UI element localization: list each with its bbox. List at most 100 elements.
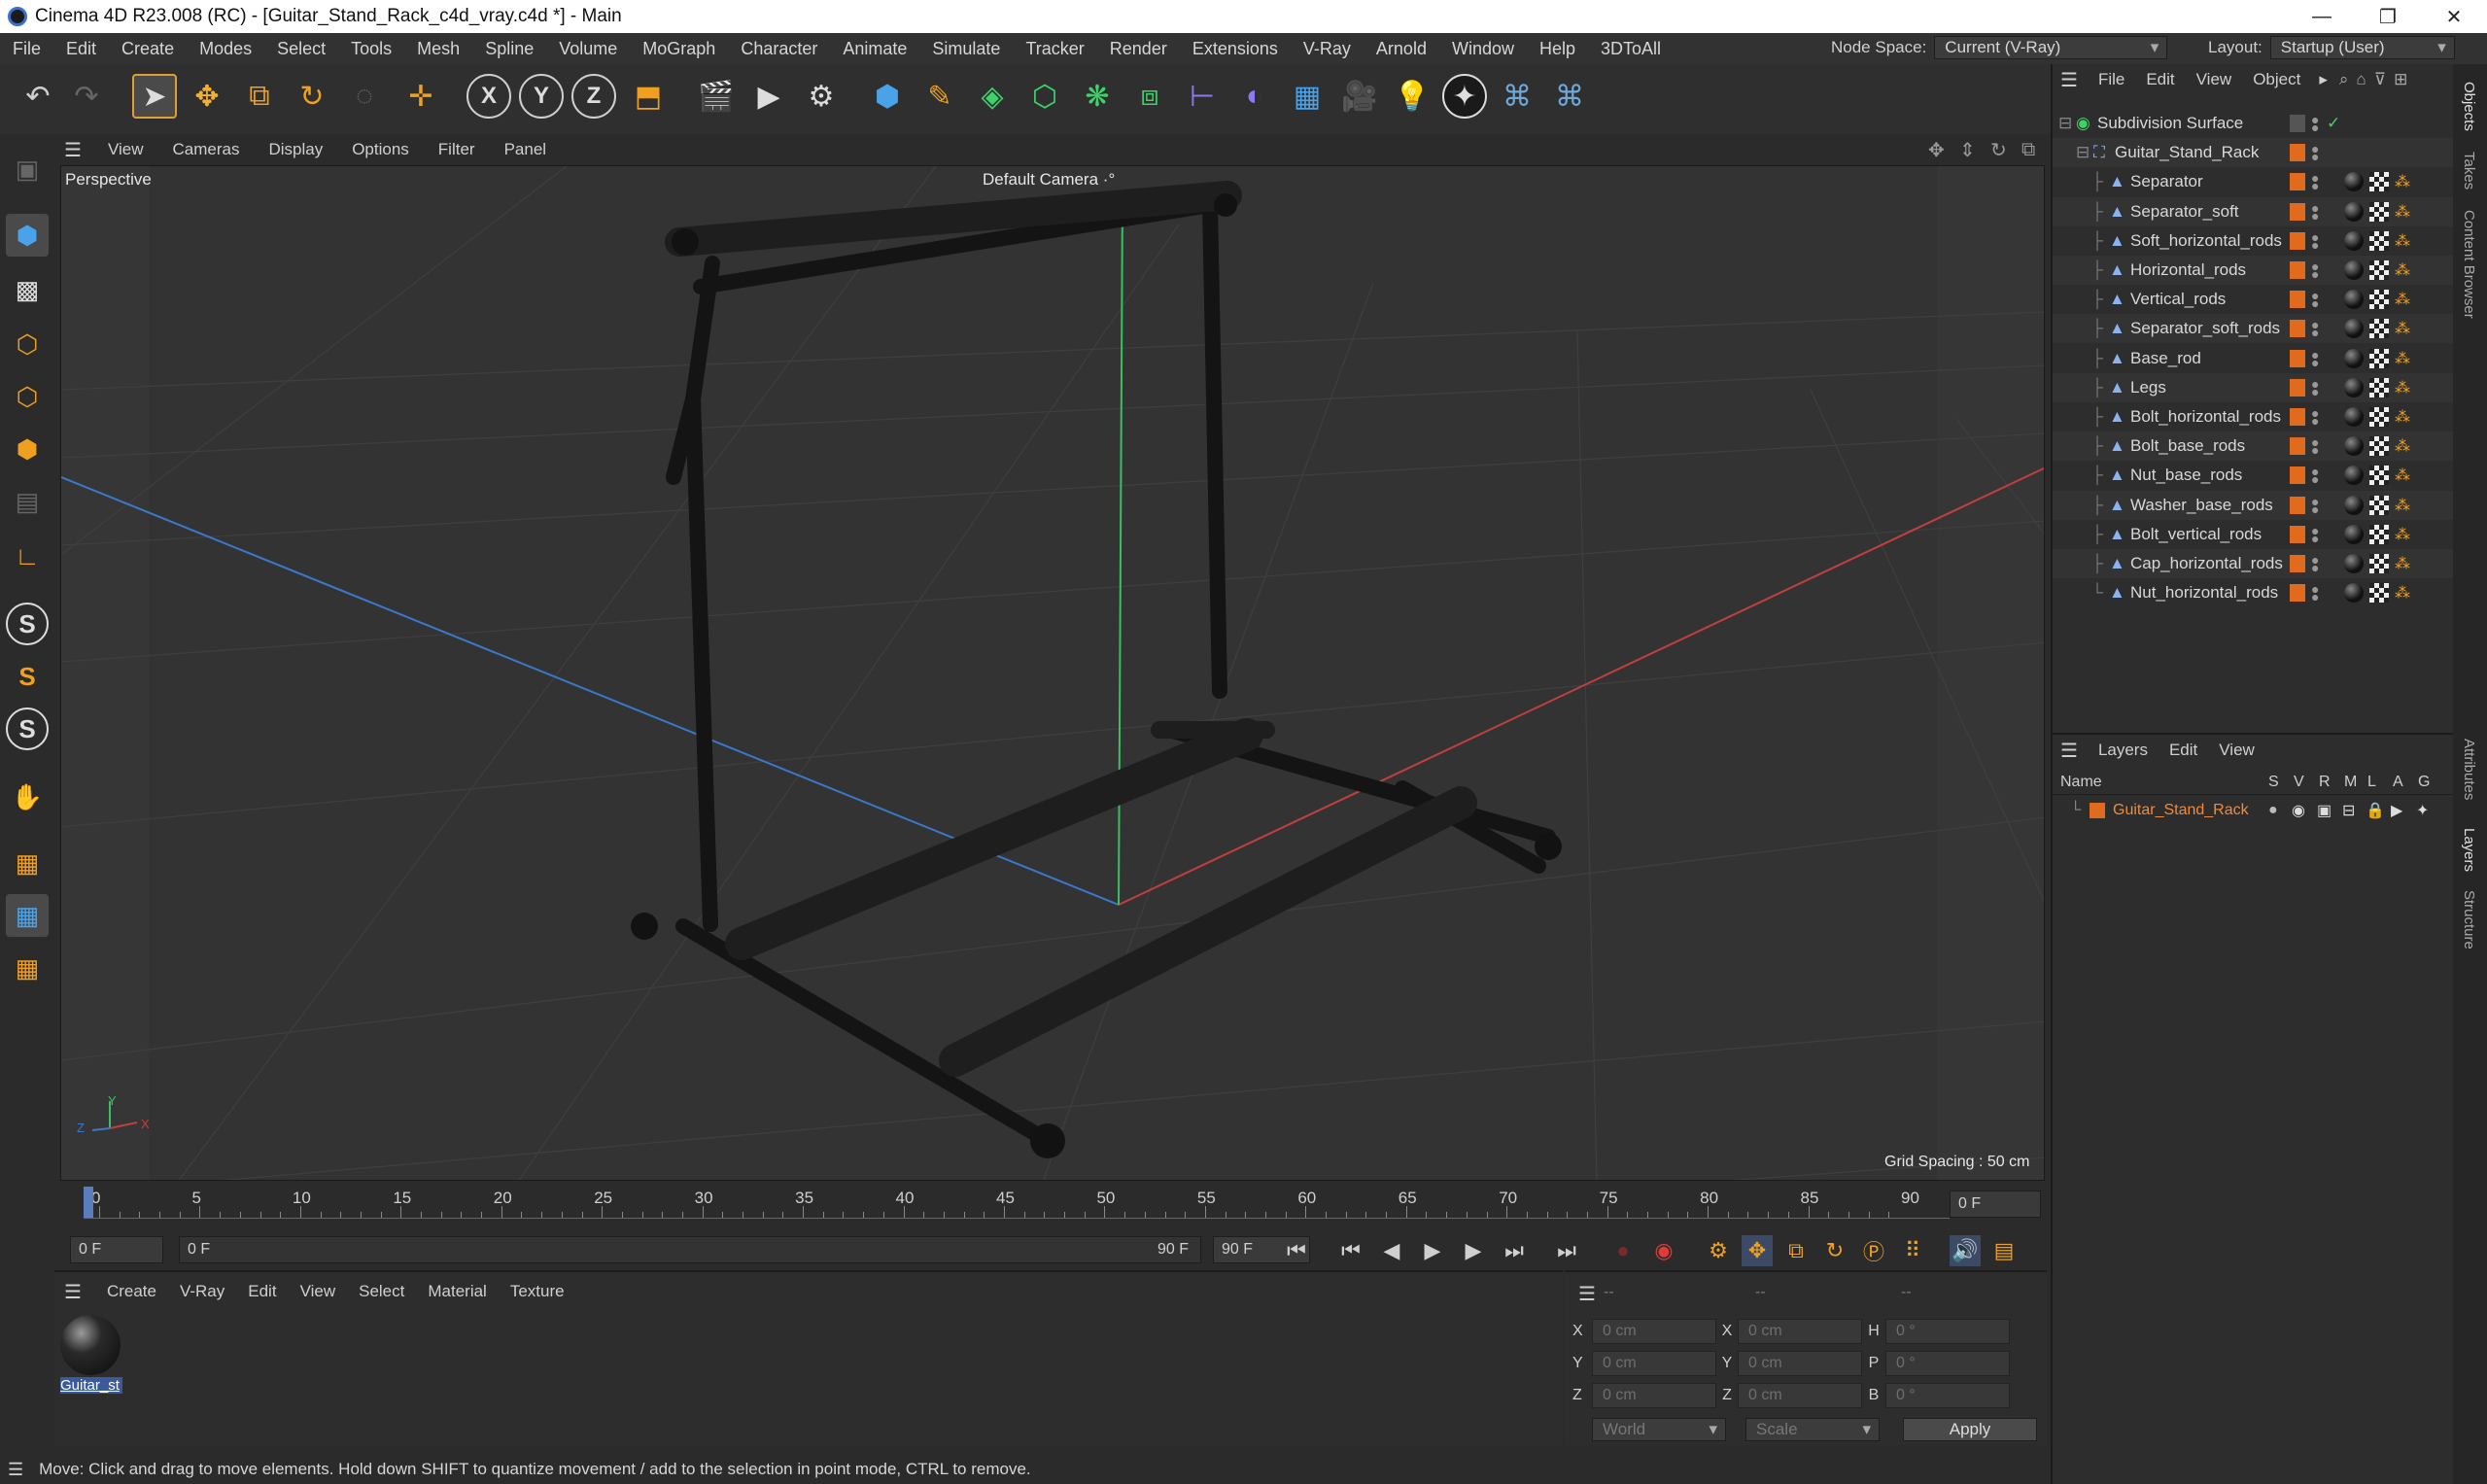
key-rotation-icon[interactable]: ↻ (1819, 1235, 1850, 1266)
edges-mode-icon[interactable]: ⬡ (6, 375, 49, 418)
menu-select[interactable]: Select (264, 39, 338, 59)
axis-mode-icon[interactable]: ∟ (6, 535, 49, 577)
object-row[interactable]: ├ ▲ Bolt_vertical_rods ● ● ⁂ (2053, 520, 2453, 549)
object-name[interactable]: Horizontal_rods (2130, 260, 2246, 280)
vray-tag-icon[interactable]: ⁂ (2395, 172, 2410, 191)
menu-spline[interactable]: Spline (472, 39, 546, 59)
viewport-menu-panel[interactable]: Panel (490, 140, 561, 159)
visibility-dots-icon[interactable]: ● ● (2311, 465, 2319, 486)
new-window-icon[interactable]: ⊞ (2390, 70, 2411, 89)
layer-color-swatch[interactable] (2090, 803, 2105, 818)
object-layer-swatch[interactable] (2290, 349, 2305, 367)
render-settings-icon[interactable]: ⚙ (799, 74, 844, 119)
material-tag-icon[interactable] (2344, 436, 2364, 457)
object-row[interactable]: ├ ▲ Legs ● ● ⁂ (2053, 372, 2453, 402)
object-row[interactable]: ├ ▲ Separator_soft ● ● ⁂ (2053, 196, 2453, 226)
node-space-dropdown[interactable]: Current (V-Ray) (1934, 36, 2168, 59)
vray-tag-icon[interactable]: ⁂ (2395, 202, 2410, 222)
y-axis-icon[interactable]: Y (519, 74, 564, 119)
viewport-menu-cameras[interactable]: Cameras (157, 140, 254, 159)
uvw-tag-icon[interactable] (2369, 201, 2389, 222)
key-param-icon[interactable]: Ⓟ (1858, 1235, 1889, 1266)
object-layer-swatch[interactable] (2290, 408, 2305, 426)
size-z-field[interactable]: 0 cm (1738, 1383, 1862, 1408)
uvw-tag-icon[interactable] (2369, 319, 2389, 339)
visibility-dots-icon[interactable]: ● ● (2311, 553, 2319, 574)
side-tab-structure[interactable]: Structure (2461, 890, 2477, 949)
material-tag-icon[interactable] (2344, 554, 2364, 573)
vray-tag-icon[interactable]: ⁂ (2395, 407, 2410, 427)
points-mode-icon[interactable]: ⬡ (6, 323, 49, 365)
material-menu-view[interactable]: View (289, 1282, 348, 1301)
object-name[interactable]: Separator_soft (2130, 202, 2239, 222)
timeline-window-icon[interactable]: ▤ (1988, 1235, 2020, 1266)
hamburger-icon[interactable]: ☰ (54, 138, 93, 162)
enabled-check-icon[interactable]: ✓ (2327, 114, 2340, 133)
polygons-mode-icon[interactable]: ⬢ (6, 428, 49, 470)
playhead[interactable] (84, 1187, 93, 1218)
menu-tracker[interactable]: Tracker (1013, 39, 1096, 59)
material-hamburger-icon[interactable]: ☰ (54, 1280, 95, 1304)
object-row[interactable]: ├ ▲ Cap_horizontal_rods ● ● ⁂ (2053, 549, 2453, 578)
visibility-dots-icon[interactable]: ● ● (2311, 348, 2319, 369)
vray-tag-icon[interactable]: ⁂ (2395, 554, 2410, 573)
uvw-tag-icon[interactable] (2369, 290, 2389, 310)
object-name[interactable]: Cap_horizontal_rods (2130, 554, 2283, 573)
vray-tag-icon[interactable]: ⁂ (2395, 436, 2410, 456)
move-icon[interactable]: ✥ (185, 74, 229, 119)
next-key-icon[interactable]: ⏭ (1499, 1235, 1530, 1266)
object-row[interactable]: ├ ▲ Washer_base_rods ● ● ⁂ (2053, 490, 2453, 520)
workplane-lock-icon[interactable]: ▦ (6, 894, 49, 937)
visibility-dots-icon[interactable]: ● ● (2311, 201, 2319, 223)
camera-icon[interactable]: 🎥 (1337, 74, 1382, 119)
start-frame-field[interactable]: 0 F (70, 1236, 163, 1263)
objects-menu-edit[interactable]: Edit (2135, 70, 2185, 89)
tree-collapse-icon[interactable]: ⊟ (2058, 114, 2072, 133)
play-icon[interactable]: ▶ (1417, 1235, 1448, 1266)
minimize-button[interactable]: — (2289, 0, 2355, 33)
layer-animation-icon[interactable]: ▶ (2391, 801, 2402, 820)
object-layer-swatch[interactable] (2290, 555, 2305, 572)
material-tag-icon[interactable] (2344, 260, 2364, 280)
boolean-icon[interactable]: ⧈ (1127, 74, 1172, 119)
material-tag-icon[interactable] (2344, 495, 2364, 515)
workplane-icon[interactable]: ▦ (6, 842, 49, 884)
side-tab-layers[interactable]: Layers (2461, 828, 2477, 872)
side-tab-content-browser[interactable]: Content Browser (2461, 210, 2477, 319)
render-view-icon[interactable]: 🎬 (694, 74, 739, 119)
vray-tag-icon[interactable]: ⁂ (2395, 496, 2410, 515)
object-layer-swatch[interactable] (2290, 173, 2305, 191)
object-row[interactable]: ├ ▲ Soft_horizontal_rods ● ● ⁂ (2053, 226, 2453, 256)
object-layer-swatch[interactable] (2290, 144, 2305, 162)
object-row-guitar-stand-rack[interactable]: ⊟ ⛶ Guitar_Stand_Rack ● ● (2053, 138, 2453, 168)
layer-lock-icon[interactable]: 🔒 (2366, 801, 2385, 820)
material-menu-edit[interactable]: Edit (236, 1282, 288, 1301)
search-icon[interactable]: ⌕ (2335, 70, 2353, 89)
undo-icon[interactable]: ↶ (16, 74, 60, 119)
uvw-tag-icon[interactable] (2369, 260, 2389, 280)
vray-tag-icon[interactable]: ⁂ (2395, 525, 2410, 544)
visibility-dots-icon[interactable]: ● ● (2311, 171, 2319, 192)
vray-icon[interactable]: ✦ (1442, 74, 1487, 119)
record-active-icon[interactable]: ● (1607, 1235, 1639, 1266)
objects-menu-file[interactable]: File (2088, 70, 2135, 89)
viewport-menu-display[interactable]: Display (254, 140, 337, 159)
position-y-field[interactable]: 0 cm (1592, 1351, 1716, 1376)
object-name[interactable]: Separator_soft_rods (2130, 319, 2280, 338)
autokey-icon[interactable]: ◉ (1648, 1235, 1679, 1266)
status-hamburger-icon[interactable]: ☰ (0, 1460, 39, 1480)
material-menu-vray[interactable]: V-Ray (168, 1282, 236, 1301)
uvw-tag-icon[interactable] (2369, 407, 2389, 427)
object-layer-swatch[interactable] (2290, 466, 2305, 485)
uvw-tag-icon[interactable] (2369, 348, 2389, 368)
timeline-ruler[interactable]: 0 5 10 15 20 25 30 35 40 45 50 55 60 65 70 75 80 85 90 0 F (54, 1181, 2047, 1229)
visibility-dots-icon[interactable]: ● ● (2311, 495, 2319, 516)
redo-icon[interactable]: ↷ (64, 74, 109, 119)
previous-frame-icon[interactable]: ◀ (1376, 1235, 1407, 1266)
visibility-dots-icon[interactable]: ● ● (2311, 318, 2319, 339)
menu-arnold[interactable]: Arnold (1364, 39, 1439, 59)
key-scale-icon[interactable]: ⧉ (1780, 1235, 1812, 1266)
object-name[interactable]: Nut_base_rods (2130, 466, 2242, 485)
cube-primitive-icon[interactable]: ⬢ (865, 74, 910, 119)
vray-tag-icon[interactable]: ⁂ (2395, 231, 2410, 251)
